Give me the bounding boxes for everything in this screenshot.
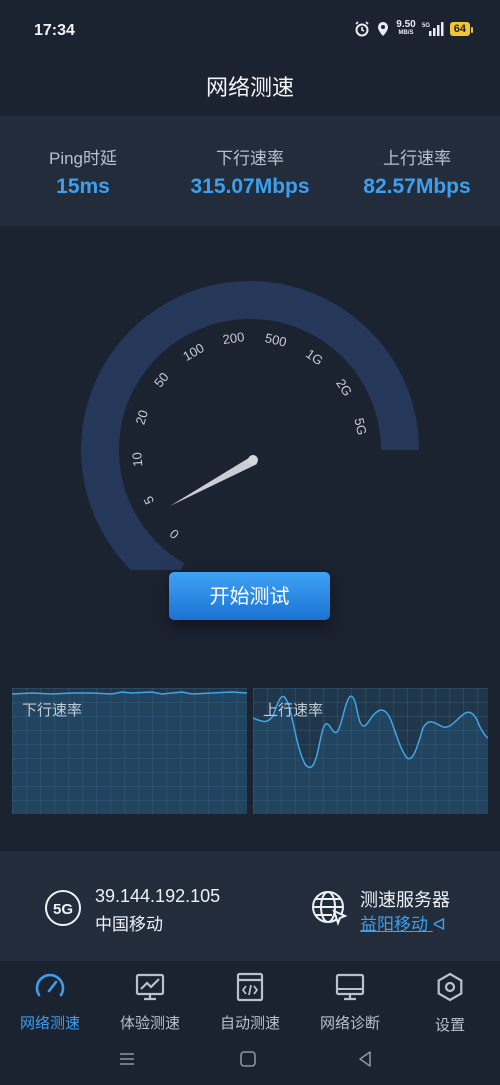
gauge-tick-label: 50 xyxy=(151,369,172,390)
back-icon[interactable] xyxy=(356,1050,374,1068)
5g-badge-icon: 5G xyxy=(45,890,81,926)
nav-label: 设置 xyxy=(434,1017,465,1034)
battery-indicator: 64 xyxy=(449,22,474,36)
ip-address: 39.144.192.105 xyxy=(95,886,221,906)
ping-label: Ping时延 xyxy=(48,149,118,168)
gauge-scale: 0 5 10 2050 100 200 500 1G 2G 5G xyxy=(129,329,369,542)
upload-label: 上行速率 xyxy=(383,149,451,168)
gauge-tick-label: 10 xyxy=(129,452,145,468)
connection-info-panel: 5G 39.144.192.105 中国移动 测速服务器 益阳移动 ᐊ xyxy=(0,851,500,961)
speed-gauge: 0 5 10 2050 100 200 500 1G 2G 5G xyxy=(81,281,419,570)
nav-item-auto-test[interactable]: 自动测速 xyxy=(200,967,300,1033)
server-name-link[interactable]: 益阳移动 ᐊ xyxy=(360,910,446,935)
ping-stat: Ping时延 15ms xyxy=(0,144,166,199)
download-label: 下行速率 xyxy=(216,149,284,168)
gauge-needle xyxy=(170,455,258,506)
download-value: 315.07Mbps xyxy=(190,175,310,198)
speedometer-icon xyxy=(35,973,65,997)
gauge-tick-label: 5 xyxy=(140,494,157,507)
nav-item-diagnosis[interactable]: 网络诊断 xyxy=(300,967,400,1033)
bottom-nav: 网络测速 体验测速 自动测速 网络诊断 设置 xyxy=(0,961,500,1034)
monitor-chart-icon xyxy=(135,973,165,1001)
system-nav-bar xyxy=(0,1033,500,1085)
home-icon[interactable] xyxy=(239,1050,257,1068)
gauge-tick-label: 5G xyxy=(351,416,369,436)
start-test-button[interactable]: 开始测试 xyxy=(169,572,330,620)
download-graph: 下行速率 xyxy=(12,688,247,814)
alarm-icon xyxy=(355,21,369,37)
nav-label: 体验测速 xyxy=(119,1015,180,1032)
code-window-icon xyxy=(236,972,264,1002)
ping-value: 15ms xyxy=(56,175,110,198)
gauge-tick-label: 200 xyxy=(222,329,246,347)
chevron-left-icon: ᐊ xyxy=(432,915,446,934)
hexagon-gear-icon xyxy=(437,972,463,1002)
nav-item-settings[interactable]: 设置 xyxy=(400,967,500,1034)
status-time: 17:34 xyxy=(34,22,75,39)
gauge-tick-label: 500 xyxy=(264,330,289,350)
upload-graph: 上行速率 xyxy=(253,688,488,814)
nav-item-experience-test[interactable]: 体验测速 xyxy=(100,967,200,1033)
upload-stat: 上行速率 82.57Mbps xyxy=(334,144,500,199)
nav-label: 网络诊断 xyxy=(319,1015,380,1032)
svg-text:5G: 5G xyxy=(53,901,73,918)
gauge-tick-label: 100 xyxy=(180,340,206,364)
nav-item-speed-test[interactable]: 网络测速 xyxy=(0,967,100,1033)
nav-label: 网络测速 xyxy=(19,1015,80,1032)
download-graph-label: 下行速率 xyxy=(22,702,83,719)
status-bar: 17:34 9.50 MB/S 5G 64 xyxy=(0,0,500,64)
status-icons: 9.50 MB/S 5G 64 xyxy=(354,19,474,38)
download-stat: 下行速率 315.07Mbps xyxy=(167,144,333,199)
desktop-icon xyxy=(335,973,365,1001)
menu-icon[interactable] xyxy=(118,1051,136,1067)
gauge-tick-label: 1G xyxy=(303,346,326,368)
location-icon xyxy=(378,22,389,36)
svg-text:5G: 5G xyxy=(422,23,430,29)
upload-value: 82.57Mbps xyxy=(363,175,471,198)
server-label: 测速服务器 xyxy=(360,890,450,910)
stats-panel: Ping时延 15ms 下行速率 315.07Mbps 上行速率 82.57Mb… xyxy=(0,116,500,226)
carrier-name: 中国移动 xyxy=(95,915,163,934)
gauge-tick-label: 20 xyxy=(132,408,151,426)
gauge-tick-label: 0 xyxy=(167,526,182,542)
upload-graph-label: 上行速率 xyxy=(263,702,324,719)
page-title: 网络测速 xyxy=(205,75,294,100)
gauge-tick-label: 2G xyxy=(333,376,355,399)
nav-label: 自动测速 xyxy=(219,1015,280,1032)
signal-icon: 5G xyxy=(422,22,444,36)
net-speed: 9.50 MB/S xyxy=(396,19,416,37)
globe-cursor-icon xyxy=(312,891,348,926)
